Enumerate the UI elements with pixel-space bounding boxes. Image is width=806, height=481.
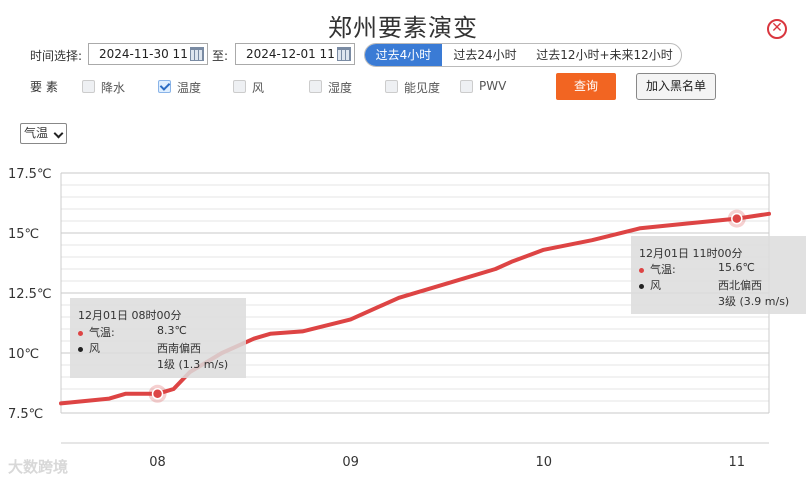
- watermark: 大数跨境: [8, 458, 69, 476]
- x-tick-label: 09: [342, 455, 359, 470]
- y-tick-label: 12.5℃: [8, 287, 52, 302]
- tooltip-temp-label: 气温:: [650, 263, 676, 276]
- y-tick-label: 15℃: [8, 227, 39, 242]
- tooltip-wind-dir: 西北偏西: [718, 279, 762, 292]
- tooltip-wind-speed: 1级 (1.3 m/s): [157, 358, 229, 371]
- tooltip-wind-label: 风: [650, 279, 661, 292]
- black-dot-icon: [78, 346, 83, 352]
- tooltip-wind-label: 风: [89, 342, 100, 355]
- tooltip-time: 12月01日 08时00分: [78, 309, 182, 322]
- tooltip-time: 12月01日 11时00分: [639, 247, 743, 260]
- tooltip-temp-label: 气温:: [89, 326, 115, 339]
- red-dot-icon: [639, 267, 644, 273]
- y-tick-label: 7.5℃: [8, 407, 43, 422]
- y-tick-label: 10℃: [8, 347, 39, 362]
- tooltip-temp-value: 8.3℃: [157, 324, 187, 337]
- x-tick-label: 08: [149, 455, 166, 470]
- tooltip-temp-row: 气温:: [78, 324, 115, 340]
- black-dot-icon: [639, 283, 644, 289]
- y-tick-label: 17.5℃: [8, 167, 52, 182]
- tooltip-0800: 12月01日 08时00分 气温: 8.3℃ 风 西南偏西 1级 (1.3 m/…: [70, 298, 246, 378]
- tooltip-1100: 12月01日 11时00分 气温: 15.6℃ 风 西北偏西 3级 (3.9 m…: [631, 236, 806, 314]
- data-point: [151, 388, 164, 400]
- x-tick-label: 10: [535, 455, 552, 470]
- tooltip-wind-row: 风: [639, 277, 661, 293]
- x-tick-label: 11: [729, 455, 746, 470]
- tooltip-wind-speed: 3级 (3.9 m/s): [718, 295, 790, 308]
- data-point: [731, 212, 743, 225]
- tooltip-temp-value: 15.6℃: [718, 261, 755, 274]
- tooltip-wind-dir: 西南偏西: [157, 342, 201, 355]
- red-dot-icon: [78, 330, 83, 336]
- tooltip-temp-row: 气温:: [639, 261, 676, 277]
- tooltip-wind-row: 风: [78, 340, 100, 356]
